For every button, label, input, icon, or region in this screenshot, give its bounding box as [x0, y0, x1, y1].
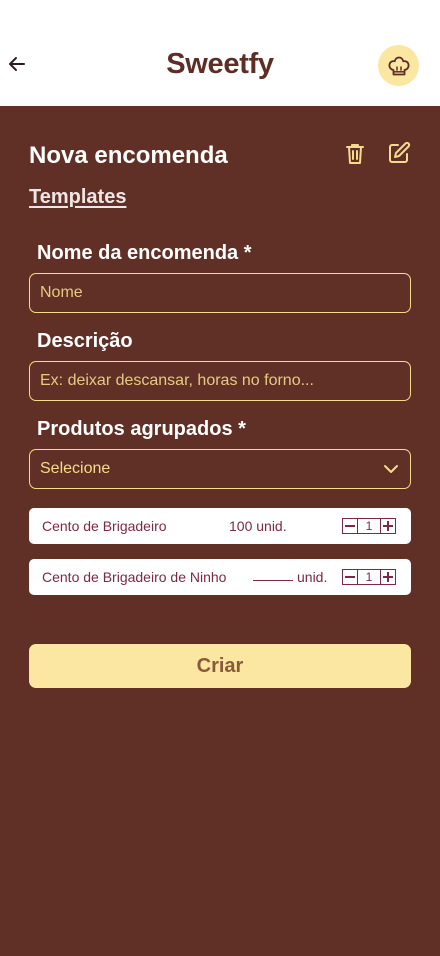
- quantity-stepper: 1: [342, 569, 396, 585]
- quantity-stepper: 1: [342, 518, 396, 534]
- chef-hat-icon: [388, 56, 409, 75]
- page-title: Nova encomenda: [29, 142, 228, 169]
- edit-icon: [389, 141, 411, 163]
- minus-icon: [345, 576, 355, 578]
- grouped-products-label: Produtos agrupados *: [37, 418, 246, 440]
- select-value: Selecione: [40, 460, 111, 477]
- edit-button[interactable]: [386, 140, 412, 166]
- description-input[interactable]: [29, 361, 411, 401]
- trash-icon: [346, 144, 364, 164]
- product-quantity: unid.: [253, 569, 327, 585]
- stepper-value: 1: [358, 518, 380, 534]
- description-label: Descrição: [37, 330, 133, 352]
- create-button[interactable]: Criar: [29, 644, 411, 688]
- grouped-products-select[interactable]: Selecione: [29, 449, 411, 489]
- increment-button[interactable]: [380, 518, 396, 534]
- product-name: Cento de Brigadeiro de Ninho: [42, 569, 227, 585]
- decrement-button[interactable]: [342, 569, 358, 585]
- order-name-input[interactable]: [29, 273, 411, 313]
- product-quantity-value: 100: [229, 518, 253, 534]
- plus-icon: [383, 521, 393, 531]
- product-quantity: 100 unid.: [229, 518, 287, 534]
- order-name-label: Nome da encomenda *: [37, 242, 252, 264]
- stepper-value: 1: [358, 569, 380, 585]
- increment-button[interactable]: [380, 569, 396, 585]
- product-unit: unid.: [297, 569, 328, 585]
- profile-avatar[interactable]: [378, 45, 419, 86]
- chevron-down-icon: [382, 460, 400, 478]
- templates-link[interactable]: Templates: [29, 186, 126, 209]
- product-unit: unid.: [256, 518, 287, 534]
- product-row: Cento de Brigadeiro de Ninho unid. 1: [29, 559, 411, 595]
- app-header: Sweetfy: [0, 0, 440, 106]
- order-form-panel: Nova encomenda Templates Nome da encomen…: [0, 106, 440, 956]
- app-title: Sweetfy: [166, 48, 274, 80]
- product-row: Cento de Brigadeiro 100 unid. 1: [29, 508, 411, 544]
- minus-icon: [345, 525, 355, 527]
- decrement-button[interactable]: [342, 518, 358, 534]
- plus-icon: [383, 572, 393, 582]
- product-name: Cento de Brigadeiro: [42, 518, 167, 534]
- delete-button[interactable]: [342, 141, 368, 167]
- product-quantity-input[interactable]: [253, 580, 293, 581]
